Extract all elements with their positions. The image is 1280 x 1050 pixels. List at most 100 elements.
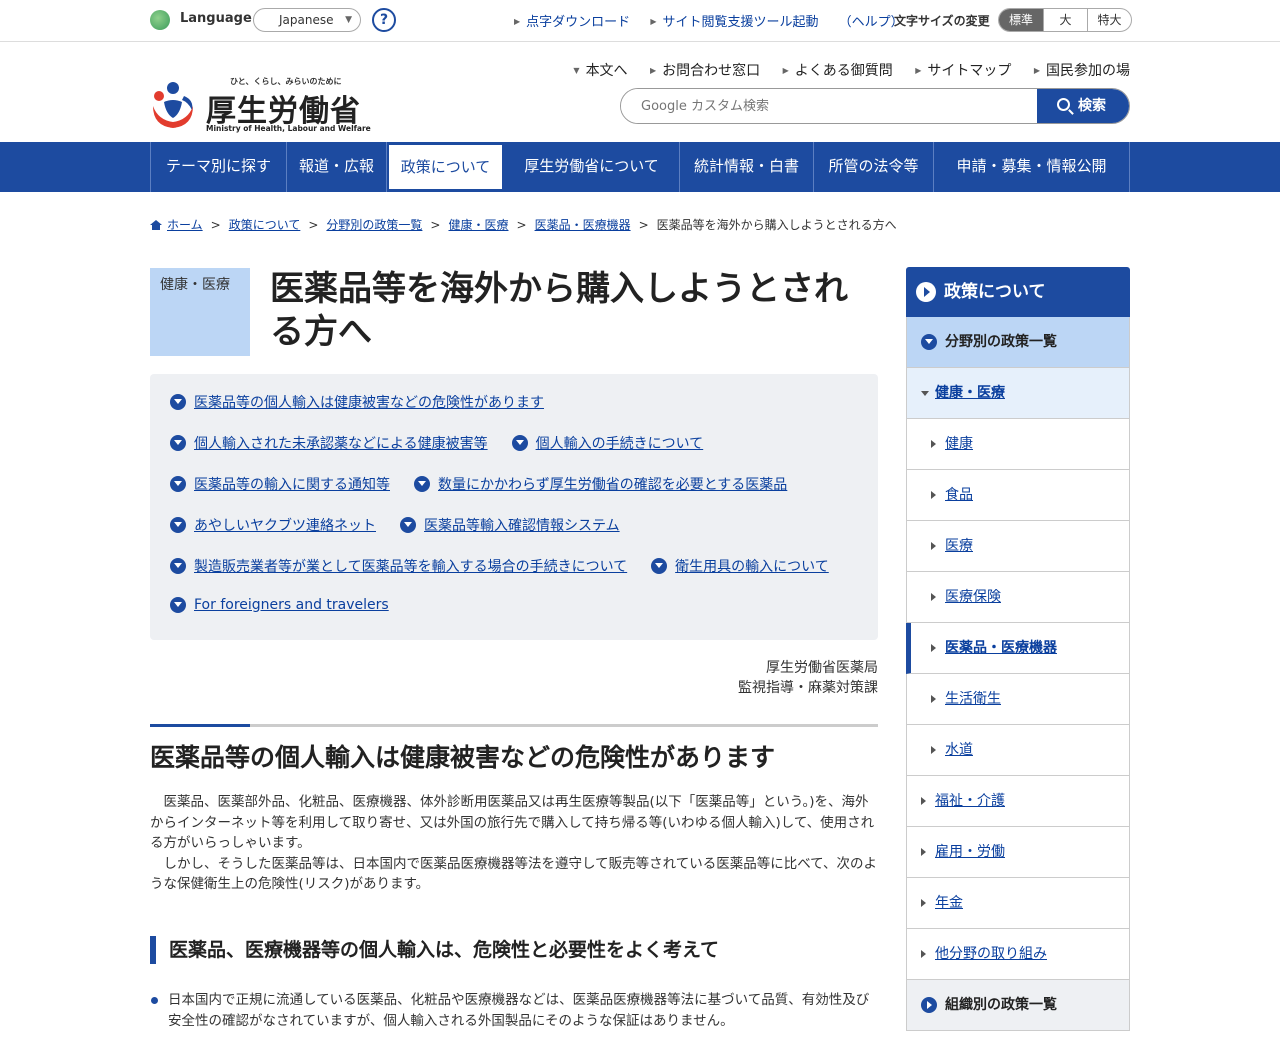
skip-to-content-link[interactable]: ▼ 本文へ (573, 63, 627, 79)
search-input[interactable] (621, 89, 1039, 123)
breadcrumb-health[interactable]: 健康・医療 (448, 218, 508, 232)
search-box: 検索 (620, 88, 1130, 124)
anchor-link-box: 医薬品等の個人輸入は健康被害などの危険性があります 個人輸入された未承認薬などに… (150, 374, 878, 640)
anchor-link[interactable]: For foreigners and travelers (170, 597, 389, 613)
anchor-link[interactable]: 個人輸入された未承認薬などによる健康被害等 (170, 433, 488, 453)
breadcrumb-policy-list[interactable]: 分野別の政策一覧 (326, 218, 422, 232)
logo-icon[interactable] (150, 80, 196, 130)
side-item-health[interactable]: 健康 (906, 419, 1130, 470)
nav-item-policy[interactable]: 政策について (387, 143, 504, 191)
triangle-right-icon (921, 950, 926, 958)
side-item-employment[interactable]: 雇用・労働 (906, 827, 1130, 878)
chevron-down-circle-icon (170, 476, 186, 492)
breadcrumb-pharma[interactable]: 医薬品・医療機器 (535, 218, 631, 232)
side-item-pharma-devices[interactable]: 医薬品・医療機器 (906, 623, 1130, 674)
nav-item-themes[interactable]: テーマ別に探す (151, 142, 287, 192)
side-item-policy-by-org[interactable]: 組織別の政策一覧 (906, 980, 1130, 1031)
anchor-link[interactable]: あやしいヤクブツ連絡ネット (170, 515, 376, 535)
triangle-icon: ▶ (650, 66, 657, 75)
font-size-label: 文字サイズの変更 (894, 14, 990, 28)
side-item-other-fields[interactable]: 他分野の取り組み (906, 929, 1130, 980)
triangle-right-icon (921, 848, 926, 856)
list-item: 日本国内で正規に流通している医薬品、化粧品や医療機器などは、医薬品医療機器等法に… (150, 990, 878, 1032)
globe-icon (150, 10, 170, 30)
site-header: ひと、くらし、みらいのために 厚生労働省 Ministry of Health,… (0, 42, 1280, 142)
side-item-sanitation[interactable]: 生活衛生 (906, 674, 1130, 725)
triangle-right-icon (931, 644, 936, 652)
braille-download-link[interactable]: ▶ 点字ダウンロード (514, 15, 630, 30)
help-button[interactable]: ? (372, 8, 396, 32)
public-participation-link[interactable]: ▶ 国民参加の場 (1034, 63, 1130, 79)
side-nav-header[interactable]: 政策について (906, 267, 1130, 317)
anchor-link[interactable]: 個人輸入の手続きについて (511, 433, 703, 453)
breadcrumb-policy[interactable]: 政策について (229, 218, 301, 232)
anchor-link[interactable]: 衛生用具の輸入について (651, 556, 829, 576)
chevron-down-circle-icon (170, 517, 186, 533)
contact-link[interactable]: ▶ お問合わせ窓口 (650, 63, 760, 79)
triangle-icon: ▶ (915, 66, 922, 75)
font-size-large[interactable]: 大 (1043, 9, 1087, 31)
global-nav: テーマ別に探す 報道・広報 政策について 厚生労働省について 統計情報・白書 所… (0, 142, 1280, 192)
triangle-right-icon (921, 899, 926, 907)
triangle-icon: ▶ (782, 66, 789, 75)
side-item-medical-insurance[interactable]: 医療保険 (906, 572, 1130, 623)
triangle-right-icon (921, 797, 926, 805)
chevron-down-circle-icon (511, 435, 528, 451)
search-button-label: 検索 (1078, 98, 1106, 114)
nav-item-press[interactable]: 報道・広報 (287, 142, 387, 192)
triangle-down-icon: ▼ (573, 66, 580, 75)
page-title: 医薬品等を海外から購入しようとされる方へ (270, 269, 848, 352)
triangle-icon: ▶ (650, 17, 657, 26)
anchor-link[interactable]: 数量にかかわらず厚生労働省の確認を必要とする医薬品 (414, 474, 787, 494)
faq-link[interactable]: ▶ よくある御質問 (783, 63, 893, 79)
body-text: 医薬品、医薬部外品、化粧品、医療機器、体外診断用医薬品又は再生医療等製品(以下「… (150, 792, 878, 895)
chevron-down-circle-icon (170, 394, 186, 410)
section-heading: 医薬品等の個人輸入は健康被害などの危険性があります (150, 743, 776, 772)
triangle-right-icon (931, 440, 936, 448)
accessibility-tool-link[interactable]: ▶ サイト閲覧支援ツール起動 (650, 15, 818, 30)
anchor-link[interactable]: 医薬品等の輸入に関する通知等 (170, 474, 390, 494)
side-item-food[interactable]: 食品 (906, 470, 1130, 521)
nav-item-applications[interactable]: 申請・募集・情報公開 (934, 142, 1130, 192)
sitemap-link[interactable]: ▶ サイトマップ (915, 63, 1011, 79)
breadcrumb: ホーム > 政策について > 分野別の政策一覧 > 健康・医療 > 医薬品・医療機器 > 医薬品等を… (150, 216, 1130, 234)
breadcrumb-home[interactable]: ホーム (167, 218, 203, 232)
language-select[interactable]: Japanese ▼ (253, 8, 361, 32)
language-label: Language (180, 11, 252, 26)
anchor-link[interactable]: 医薬品等の個人輸入は健康被害などの危険性があります (170, 392, 544, 412)
font-size-standard[interactable]: 標準 (999, 9, 1043, 31)
side-item-policy-by-field[interactable]: 分野別の政策一覧 (906, 317, 1130, 368)
nav-item-about[interactable]: 厚生労働省について (504, 142, 680, 192)
logo-english: Ministry of Health, Labour and Welfare (206, 124, 371, 133)
author-block: 厚生労働省医薬局 監視指導・麻薬対策課 (738, 658, 878, 698)
utility-links: ▶ 点字ダウンロード ▶ サイト閲覧支援ツール起動 （ヘルプ） (514, 11, 920, 30)
chevron-down-circle-icon (170, 435, 186, 451)
triangle-right-icon (931, 746, 936, 754)
subsection-heading: 医薬品、医療機器等の個人輸入は、危険性と必要性をよく考えて (150, 936, 719, 964)
heading-divider (150, 724, 878, 727)
chevron-down-circle-icon (921, 334, 937, 350)
anchor-link[interactable]: 製造販売業者等が業として医薬品等を輸入する場合の手続きについて (170, 556, 627, 576)
search-button[interactable]: 検索 (1037, 89, 1129, 123)
font-size-switcher: 標準 大 特大 (998, 8, 1132, 32)
chevron-down-circle-icon (400, 517, 416, 533)
chevron-down-circle-icon (170, 597, 186, 613)
nav-item-laws[interactable]: 所管の法令等 (814, 142, 934, 192)
author-bureau: 厚生労働省医薬局 (766, 660, 878, 676)
side-item-medical[interactable]: 医療 (906, 521, 1130, 572)
side-nav-title: 政策について (944, 282, 1046, 302)
side-item-pension[interactable]: 年金 (906, 878, 1130, 929)
side-item-health-medical[interactable]: 健康・医療 (906, 368, 1130, 419)
author-division: 監視指導・麻薬対策課 (738, 680, 878, 696)
triangle-icon: ▶ (1033, 66, 1040, 75)
triangle-right-icon (931, 695, 936, 703)
font-size-extra-large[interactable]: 特大 (1087, 9, 1131, 31)
breadcrumb-current: 医薬品等を海外から購入しようとされる方へ (656, 218, 897, 232)
nav-item-statistics[interactable]: 統計情報・白書 (680, 142, 814, 192)
triangle-right-icon (931, 593, 936, 601)
arrow-right-circle-icon (916, 282, 936, 302)
chevron-down-circle-icon (170, 558, 186, 574)
anchor-link[interactable]: 医薬品等輸入確認情報システム (400, 515, 620, 535)
side-item-water[interactable]: 水道 (906, 725, 1130, 776)
side-item-welfare[interactable]: 福祉・介護 (906, 776, 1130, 827)
